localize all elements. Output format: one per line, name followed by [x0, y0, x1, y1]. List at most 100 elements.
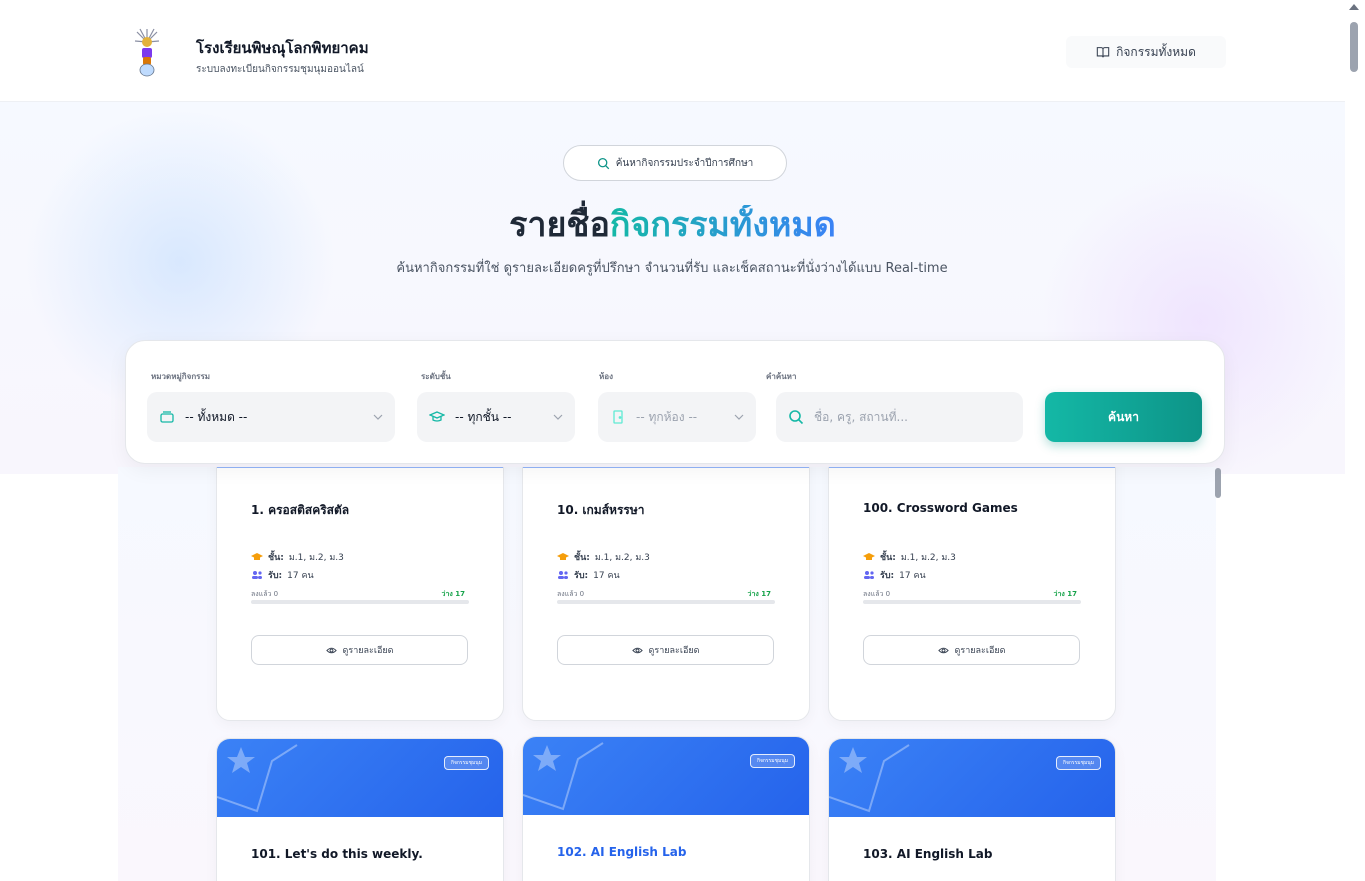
category-tag: กิจกรรมชุมนุม [749, 754, 795, 768]
available-seats: ว่าง 17 [747, 590, 771, 598]
view-details-button[interactable]: ดูรายละเอียด [863, 635, 1080, 665]
room-select-value: -- ทุกห้อง -- [636, 409, 698, 424]
grade-select[interactable]: -- ทุกชั้น -- [417, 392, 575, 442]
scrollbar-thumb[interactable] [1350, 22, 1358, 72]
grade-select-value: -- ทุกชั้น -- [455, 409, 512, 424]
category-tag: กิจกรรมชุมนุม [1055, 756, 1101, 770]
activity-card[interactable]: 10. เกมส์หรรษา ชั้น: ม.1, ม.2, ม.3 รับ: … [522, 467, 810, 721]
capacity-value: 17 คน [593, 571, 620, 581]
view-details-label: ดูรายละเอียด [648, 646, 700, 656]
capacity-label: รับ: [268, 571, 283, 581]
registered-count: ลงแล้ว 0 [251, 590, 279, 598]
grade-filter-label: ระดับชั้น [421, 372, 451, 381]
category-filter-label: หมวดหมู่กิจกรรม [151, 372, 211, 381]
seat-progress-bar [251, 600, 469, 604]
system-subtitle: ระบบลงทะเบียนกิจกรรมชุมนุมออนไลน์ [196, 64, 364, 75]
page-scrollbar[interactable] [1345, 0, 1365, 881]
search-button[interactable]: ค้นหา [1045, 392, 1202, 442]
activity-title: 100. Crossword Games [863, 501, 1018, 515]
available-seats: ว่าง 17 [1053, 590, 1077, 598]
grade-value: ม.1, ม.2, ม.3 [900, 553, 956, 563]
star-chart-decoration-icon [217, 744, 298, 813]
users-icon [252, 571, 262, 579]
hero-badge-label: ค้นหากิจกรรมประจำปีการศึกษา [615, 157, 754, 169]
chevron-down-icon [734, 414, 744, 420]
activity-card[interactable]: กิจกรรมชุมนุม 101. Let's do this weekly. [216, 738, 504, 881]
capacity-label: รับ: [574, 571, 589, 581]
category-select[interactable]: -- ทั้งหมด -- [147, 392, 395, 442]
activity-card[interactable]: กิจกรรมชุมนุม 102. AI English Lab [522, 736, 810, 881]
room-filter-label: ห้อง [599, 372, 613, 381]
hero-badge: ค้นหากิจกรรมประจำปีการศึกษา [563, 145, 787, 181]
scroll-up-icon[interactable] [1349, 4, 1359, 10]
keyword-search-input[interactable]: ชื่อ, ครู, สถานที่... [776, 392, 1023, 442]
graduation-cap-icon [251, 553, 263, 560]
eye-icon [631, 647, 643, 653]
chevron-down-icon [553, 414, 563, 420]
graduation-cap-icon [429, 411, 445, 422]
graduation-cap-icon [557, 553, 569, 560]
category-select-value: -- ทั้งหมด -- [185, 409, 248, 424]
activity-card[interactable]: 100. Crossword Games ชั้น: ม.1, ม.2, ม.3… [828, 467, 1116, 721]
grade-row: ชั้น: ม.1, ม.2, ม.3 [557, 550, 650, 564]
search-icon [597, 157, 609, 169]
grade-row: ชั้น: ม.1, ม.2, ม.3 [251, 550, 344, 564]
search-icon [789, 410, 804, 425]
activity-title: 10. เกมส์หรรษา [557, 503, 645, 517]
all-activities-nav-label: กิจกรรมทั้งหมด [1116, 44, 1196, 59]
brand: โรงเรียนพิษณุโลกพิทยาคม ระบบลงทะเบียนกิจ… [196, 36, 369, 77]
capacity-row: รับ: 17 คน [251, 568, 314, 582]
activity-card[interactable]: กิจกรรมชุมนุม 103. AI English Lab [828, 738, 1116, 881]
activity-title: 103. AI English Lab [863, 847, 993, 861]
all-activities-nav-button[interactable]: กิจกรรมทั้งหมด [1066, 36, 1226, 68]
page-title-plain: รายชื่อ [509, 205, 610, 245]
registered-count: ลงแล้ว 0 [557, 590, 585, 598]
capacity-value: 17 คน [287, 571, 314, 581]
grade-value: ม.1, ม.2, ม.3 [288, 553, 344, 563]
capacity-row: รับ: 17 คน [863, 568, 926, 582]
site-header: โรงเรียนพิษณุโลกพิทยาคม ระบบลงทะเบียนกิจ… [0, 0, 1345, 102]
book-icon [1096, 47, 1110, 58]
page-description: ค้นหากิจกรรมที่ใช่ ดูรายละเอียดครูที่ปรึ… [396, 261, 948, 276]
capacity-value: 17 คน [899, 571, 926, 581]
activity-card[interactable]: 1. ครอสติสคริสตัล ชั้น: ม.1, ม.2, ม.3 รั… [216, 467, 504, 721]
school-name: โรงเรียนพิษณุโลกพิทยาคม [196, 39, 369, 57]
view-details-button[interactable]: ดูรายละเอียด [557, 635, 774, 665]
door-icon [613, 410, 623, 424]
chevron-down-icon [373, 414, 383, 420]
card-banner [217, 467, 503, 468]
activity-title: 101. Let's do this weekly. [251, 847, 423, 861]
seat-progress-bar [863, 600, 1081, 604]
card-banner [829, 467, 1115, 468]
star-chart-decoration-icon [523, 742, 604, 811]
card-banner: กิจกรรมชุมนุม [523, 737, 809, 815]
capacity-row: รับ: 17 คน [557, 568, 620, 582]
page-title-accent: กิจกรรมทั้งหมด [609, 205, 836, 245]
filter-panel: หมวดหมู่กิจกรรม -- ทั้งหมด -- ระดับชั้น … [125, 340, 1225, 464]
users-icon [864, 571, 874, 579]
graduation-cap-icon [863, 553, 875, 560]
capacity-label: รับ: [880, 571, 895, 581]
inner-scrollbar-thumb[interactable] [1215, 468, 1221, 498]
grade-row: ชั้น: ม.1, ม.2, ม.3 [863, 550, 956, 564]
activity-title: 102. AI English Lab [557, 845, 687, 859]
view-details-label: ดูรายละเอียด [954, 646, 1006, 656]
activity-results: 1. ครอสติสคริสตัล ชั้น: ม.1, ม.2, ม.3 รั… [118, 467, 1216, 881]
available-seats: ว่าง 17 [441, 590, 465, 598]
view-details-label: ดูรายละเอียด [342, 646, 394, 656]
eye-icon [325, 647, 337, 653]
card-banner [523, 467, 809, 468]
eye-icon [937, 647, 949, 653]
card-banner: กิจกรรมชุมนุม [217, 739, 503, 817]
registered-count: ลงแล้ว 0 [863, 590, 891, 598]
grade-label: ชั้น: [880, 553, 896, 563]
category-tag: กิจกรรมชุมนุม [443, 756, 489, 770]
view-details-button[interactable]: ดูรายละเอียด [251, 635, 468, 665]
grade-label: ชั้น: [268, 553, 284, 563]
keyword-search-placeholder: ชื่อ, ครู, สถานที่... [814, 409, 908, 424]
users-icon [558, 571, 568, 579]
seat-progress-bar [557, 600, 775, 604]
school-logo[interactable] [134, 28, 160, 78]
activity-title: 1. ครอสติสคริสตัล [251, 503, 350, 517]
room-select[interactable]: -- ทุกห้อง -- [598, 392, 756, 442]
